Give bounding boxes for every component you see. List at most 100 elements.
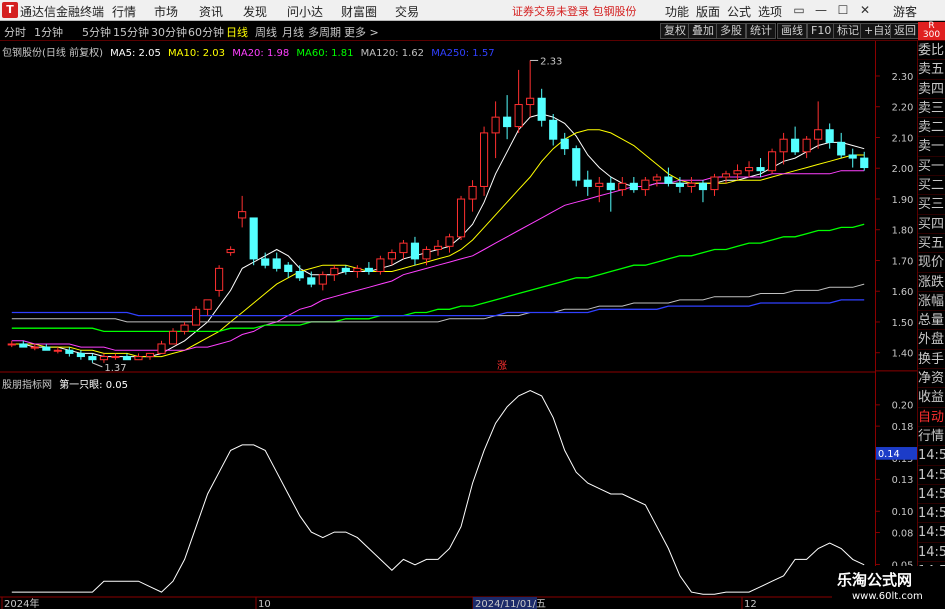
quote-panel-item: 涨跌 [918,273,945,292]
quote-panel-item: 卖五 [918,60,945,80]
candle-body-up [180,324,189,332]
quote-panel-item: 买三 [918,195,945,215]
candle-body-down [698,182,708,191]
candle-body-down [825,129,834,143]
low-annotation: 1.37 [104,363,126,373]
minimize-icon[interactable]: — [812,2,830,18]
period-5min[interactable]: 5分钟 [82,24,111,40]
candle-body-up [779,138,788,153]
quote-panel-item: 买二 [918,176,945,196]
restore-icon[interactable]: ▭ [790,2,808,18]
candle-body-up [7,343,16,346]
close-icon[interactable]: ✕ [856,2,874,18]
candle-body-up [710,176,719,191]
period-60min[interactable]: 60分钟 [188,24,224,40]
period-30min[interactable]: 30分钟 [151,24,187,40]
quote-panel-item: 卖三 [918,99,945,119]
quote-panel-item: 涨幅 [918,292,945,312]
menu-caifuquan[interactable]: 财富圈 [341,3,377,20]
login-notice[interactable]: 证券交易未登录 包钢股份 [512,3,637,19]
rs-badge: R 300 [918,22,945,40]
price-axis: 2.30 2.20 2.10 2.00 1.90 1.80 1.70 1.60 1.50 1.40… [875,41,917,609]
banmian-button[interactable]: 版面 [696,3,720,20]
candle-body-up [168,330,178,345]
candle-body-up [445,236,454,247]
back-button[interactable]: 返回 [890,23,920,39]
indicator-chart[interactable]: 2024年 10 2024/11/01/五 12 [0,373,875,609]
menu-hangqing[interactable]: 行情 [112,3,136,20]
period-monthly[interactable]: 月线 [282,24,304,40]
candle-body-up [203,299,212,310]
quote-panel-item: 14:56 [918,523,945,543]
quote-panel-item: 换手 [918,350,945,370]
candle-body-up [192,308,201,326]
gongneng-button[interactable]: 功能 [665,3,689,20]
candle-body-down [606,182,615,191]
ma60-label: MA60: 1.81 [296,48,354,59]
huaxian-button[interactable]: 画线 [777,23,807,39]
quote-panel-item: 外盘 [918,330,945,350]
candle-body-down [272,258,281,269]
f10-button[interactable]: F10 [807,23,836,39]
quote-panel-item: 卖一 [918,137,945,157]
menu-wenxiaoda[interactable]: 问小达 [287,3,323,20]
period-fenshi[interactable]: 分时 [4,24,26,40]
menu-zixun[interactable]: 资讯 [199,3,223,20]
date-label: 12 [744,599,757,609]
candle-body-up [238,211,247,219]
candle-body-down [549,119,558,140]
menu-bar: T 通达信金融终端 行情 市场 资讯 发现 问小达 财富圈 交易 证券交易未登录… [0,0,945,21]
period-daily[interactable]: 日线 [226,24,248,40]
candle-body-up [526,97,535,106]
candle-body-down [341,267,350,273]
high-annotation: 2.33 [540,56,562,67]
ma120-label: MA120: 1.62 [360,48,424,59]
candle-body-up [387,252,396,260]
candle-body-up [318,274,327,285]
duogu-button[interactable]: 多股 [716,23,746,39]
candle-body-up [53,349,62,352]
candle-body-down [860,157,869,169]
candle-body-down [537,97,546,121]
candle-body-up [733,170,742,175]
candle-body-down [88,356,97,361]
price-tick-label: 1.80 [892,226,914,237]
tongji-button[interactable]: 统计 [746,23,776,39]
period-weekly[interactable]: 周线 [255,24,277,40]
candle-body-up [456,198,466,238]
candle-body-down [65,349,74,354]
menu-faxian[interactable]: 发现 [243,3,267,20]
period-multi[interactable]: 多周期 [308,24,341,40]
candle-body-down [583,179,592,187]
app-title: 通达信金融终端 [20,5,105,19]
quote-panel-item: 买四 [918,215,945,234]
stock-name-label: 包钢股份(日线 前复权) [2,48,103,59]
period-15min[interactable]: 15分钟 [113,24,149,40]
period-more[interactable]: 更多 > [344,24,379,40]
ma5-line [11,113,865,358]
fuquan-button[interactable]: 复权 [660,23,690,39]
price-tick-label: 2.00 [892,164,914,175]
kline-chart[interactable]: 2.33 1.37 涨 [0,41,875,373]
guest-button[interactable]: 游客 [893,3,917,20]
candle-body-up [802,138,811,153]
ma20-label: MA20: 1.98 [232,48,290,59]
maximize-icon[interactable]: ☐ [834,2,852,18]
gongshi-button[interactable]: 公式 [727,3,751,20]
quote-panel-item: 14:56 [918,504,945,524]
candle-body-down [503,116,512,128]
indicator-tick-label: 0.18 [892,422,914,433]
watermark: 乐淘公式网 www.60lt.com [832,566,945,609]
candle-body-up [99,356,108,361]
menu-jiaoyi[interactable]: 交易 [395,3,419,20]
watermark-title: 乐淘公式网 [837,571,913,589]
xuanxiang-button[interactable]: 选项 [758,3,782,20]
candle-body-down [848,154,857,159]
candle-body-up [652,176,661,181]
menu-shichang[interactable]: 市场 [154,3,178,20]
candle-body-down [122,356,132,361]
biaoji-button[interactable]: 标记 [833,23,863,39]
period-1min[interactable]: 1分钟 [34,24,63,40]
candle-body-down [284,264,293,272]
diejia-button[interactable]: 叠加 [688,23,718,39]
